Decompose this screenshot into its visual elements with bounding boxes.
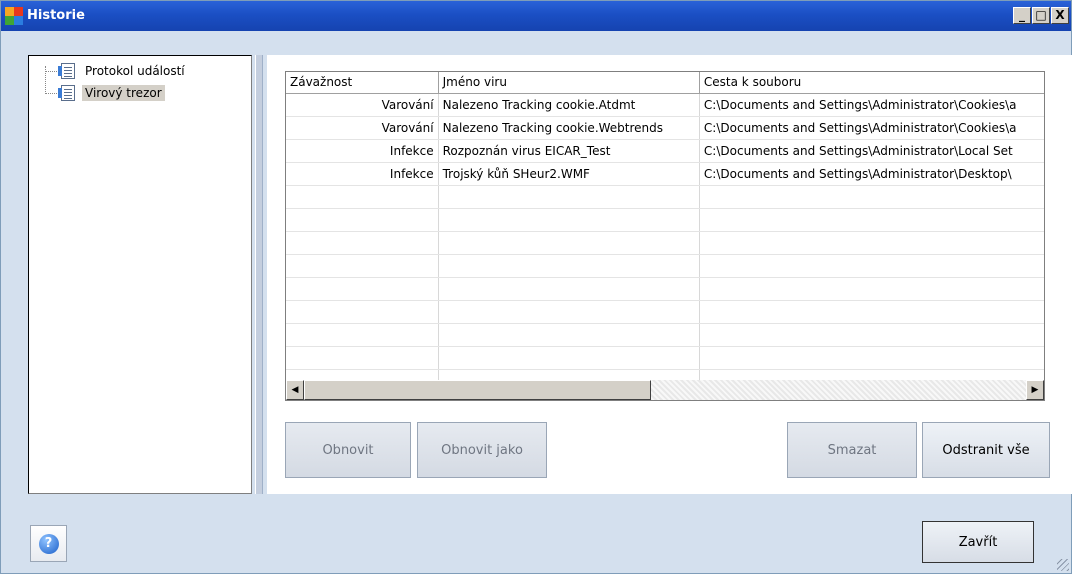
help-icon: ? bbox=[38, 533, 59, 554]
window-title: Historie bbox=[27, 8, 85, 23]
cell-file-path: C:\Documents and Settings\Administrator\… bbox=[703, 121, 1017, 135]
empty-cell bbox=[439, 324, 700, 346]
scroll-right-arrow-icon[interactable]: ▶ bbox=[1026, 380, 1044, 400]
empty-cell bbox=[700, 301, 1044, 323]
empty-table-row bbox=[286, 209, 1044, 232]
cell-file-path: C:\Documents and Settings\Administrator\… bbox=[703, 167, 1012, 181]
restore-button[interactable]: Obnovit bbox=[285, 422, 411, 478]
virus-vault-table: Závažnost Jméno viru Cesta k souboru Var… bbox=[285, 71, 1045, 401]
empty-cell bbox=[700, 324, 1044, 346]
empty-cell bbox=[439, 255, 700, 277]
empty-cell bbox=[439, 186, 700, 208]
cell-virus-name: Nalezeno Tracking cookie.Webtrends bbox=[439, 117, 700, 139]
table-header: Závažnost Jméno viru Cesta k souboru bbox=[286, 72, 1044, 94]
cell-virus-name: Nalezeno Tracking cookie.Atdmt bbox=[439, 94, 700, 116]
scroll-left-arrow-icon[interactable]: ◀ bbox=[286, 380, 304, 400]
column-header-virus-name[interactable]: Jméno viru bbox=[439, 72, 700, 93]
empty-table-row bbox=[286, 347, 1044, 370]
empty-table-row bbox=[286, 324, 1044, 347]
scrollbar-thumb[interactable] bbox=[304, 380, 651, 400]
tree-item-virus-vault[interactable]: Virový trezor bbox=[45, 84, 165, 102]
empty-cell bbox=[700, 232, 1044, 254]
empty-cell bbox=[700, 255, 1044, 277]
history-window: Historie _ □ X Protokol událostí Virový … bbox=[0, 0, 1072, 574]
empty-cell bbox=[286, 278, 439, 300]
empty-table-row bbox=[286, 255, 1044, 278]
cell-severity: Varování bbox=[286, 117, 439, 139]
close-button[interactable]: Zavřít bbox=[922, 521, 1034, 563]
empty-table-row bbox=[286, 278, 1044, 301]
empty-cell bbox=[286, 324, 439, 346]
empty-cell bbox=[439, 347, 700, 369]
empty-cell bbox=[700, 209, 1044, 231]
cell-file-path: C:\Documents and Settings\Administrator\… bbox=[703, 98, 1017, 112]
log-document-icon bbox=[58, 63, 75, 79]
table-row[interactable]: Varování Nalezeno Tracking cookie.Webtren… bbox=[286, 117, 1044, 140]
empty-cell bbox=[700, 186, 1044, 208]
tree-item-label: Virový trezor bbox=[82, 85, 165, 101]
table-row[interactable]: Varování Nalezeno Tracking cookie.Atdmt C:… bbox=[286, 94, 1044, 117]
empty-cell bbox=[286, 209, 439, 231]
cell-severity: Infekce bbox=[286, 140, 439, 162]
resize-grip-icon[interactable] bbox=[1057, 559, 1069, 571]
navigation-tree: Protokol událostí Virový trezor bbox=[28, 55, 252, 494]
horizontal-scrollbar[interactable]: ◀ ▶ bbox=[286, 380, 1044, 400]
tree-item-event-log[interactable]: Protokol událostí bbox=[45, 62, 188, 80]
cell-severity: Varování bbox=[286, 94, 439, 116]
empty-cell bbox=[439, 209, 700, 231]
table-row[interactable]: Infekce Trojský kůň SHeur2.WMF C:\Document… bbox=[286, 163, 1044, 186]
cell-virus-name: Rozpoznán virus EICAR_Test bbox=[439, 140, 700, 162]
empty-table-row bbox=[286, 186, 1044, 209]
column-header-severity[interactable]: Závažnost bbox=[286, 72, 439, 93]
close-window-button[interactable]: X bbox=[1051, 7, 1069, 24]
maximize-button[interactable]: □ bbox=[1032, 7, 1050, 24]
avg-app-icon bbox=[5, 7, 23, 25]
table-row[interactable]: Infekce Rozpoznán virus EICAR_Test C:\Docu… bbox=[286, 140, 1044, 163]
empty-table-row bbox=[286, 232, 1044, 255]
cell-severity: Infekce bbox=[286, 163, 439, 185]
column-header-file-path[interactable]: Cesta k souboru bbox=[700, 72, 1044, 93]
restore-as-button[interactable]: Obnovit jako bbox=[417, 422, 547, 478]
delete-all-button[interactable]: Odstranit vše bbox=[922, 422, 1050, 478]
empty-cell bbox=[439, 301, 700, 323]
title-bar[interactable]: Historie _ □ X bbox=[1, 1, 1071, 31]
panel-splitter[interactable] bbox=[255, 55, 263, 494]
help-button[interactable]: ? bbox=[30, 525, 67, 562]
empty-cell bbox=[700, 347, 1044, 369]
empty-table-row bbox=[286, 301, 1044, 324]
empty-cell bbox=[286, 301, 439, 323]
empty-cell bbox=[439, 232, 700, 254]
cell-virus-name: Trojský kůň SHeur2.WMF bbox=[439, 163, 700, 185]
empty-cell bbox=[286, 255, 439, 277]
empty-cell bbox=[286, 186, 439, 208]
empty-cell bbox=[286, 232, 439, 254]
empty-cell bbox=[700, 278, 1044, 300]
minimize-button[interactable]: _ bbox=[1013, 7, 1031, 24]
cell-file-path: C:\Documents and Settings\Administrator\… bbox=[703, 144, 1013, 158]
empty-cell bbox=[286, 347, 439, 369]
delete-button[interactable]: Smazat bbox=[787, 422, 917, 478]
empty-cell bbox=[439, 278, 700, 300]
scrollbar-track[interactable] bbox=[304, 380, 1026, 400]
tree-item-label: Protokol událostí bbox=[85, 64, 185, 78]
vault-document-icon bbox=[58, 85, 75, 101]
